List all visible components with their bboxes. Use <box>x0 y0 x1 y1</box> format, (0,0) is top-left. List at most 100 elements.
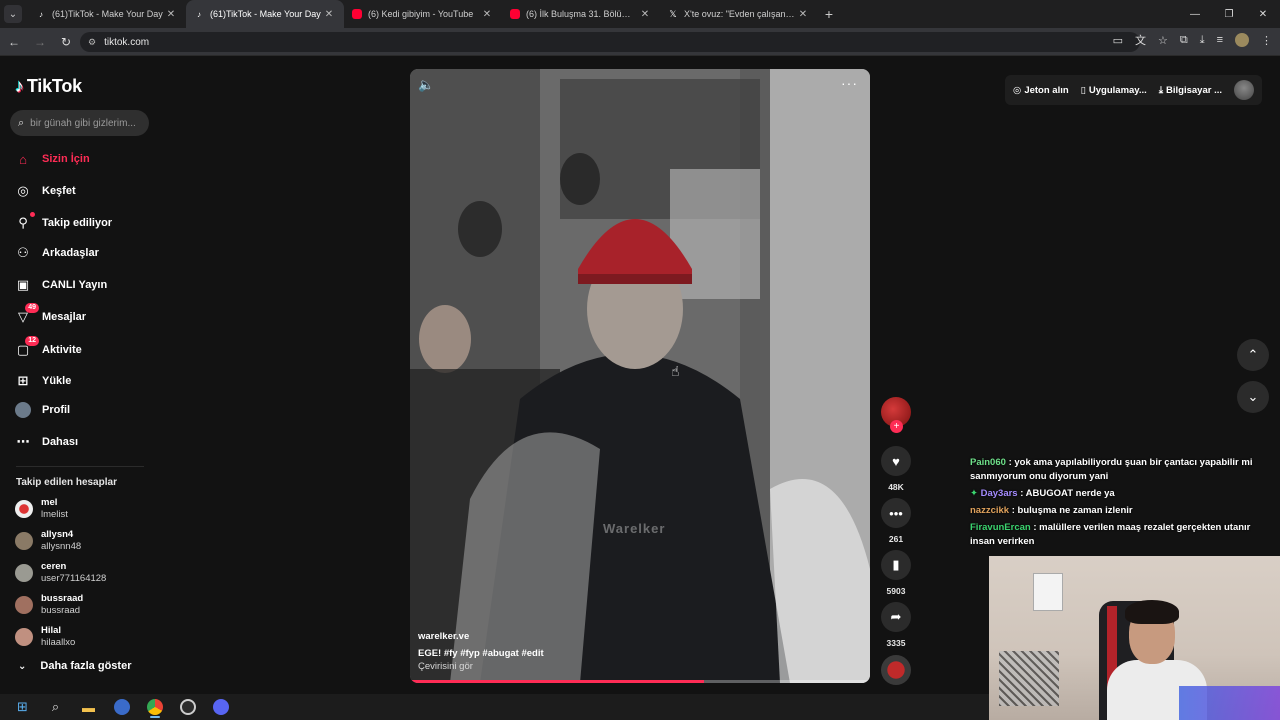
account-name: bussraad <box>41 605 81 616</box>
user-avatar[interactable] <box>1234 80 1254 100</box>
app-icon[interactable] <box>105 694 138 720</box>
back-icon[interactable]: ← <box>2 30 26 54</box>
chat-message: nazzcikk : buluşma ne zaman izlenir <box>970 504 1270 518</box>
avatar <box>15 532 33 550</box>
nav-live[interactable]: ▣ CANLI Yayın <box>14 276 107 294</box>
download-icon[interactable]: ⤓ <box>1200 34 1205 47</box>
browser-tab-active[interactable]: ♪ (61)TikTok - Make Your Day ✕ <box>186 0 344 28</box>
share-icon[interactable]: ➦ <box>881 602 911 632</box>
video-progress-bar[interactable] <box>410 680 870 683</box>
bookmark-star-icon[interactable]: ☆ <box>1158 34 1168 47</box>
heart-icon[interactable]: ♥ <box>881 446 911 476</box>
phone-icon: ▯ <box>1080 84 1086 96</box>
close-icon[interactable]: ✕ <box>638 9 652 20</box>
share-action[interactable]: ➦ 3335 <box>881 602 911 648</box>
obs-icon[interactable] <box>171 694 204 720</box>
get-coins-button[interactable]: ◎ Jeton alın <box>1013 85 1069 96</box>
new-tab-icon[interactable]: + <box>818 6 840 22</box>
search-icon[interactable]: ⌕ <box>39 694 72 720</box>
browser-tab[interactable]: ♪ (61)TikTok - Make Your Day ✕ <box>28 0 186 28</box>
following-account[interactable]: Hilal hilaallxo <box>15 625 75 649</box>
like-action[interactable]: ♥ 48K <box>881 446 911 492</box>
following-account[interactable]: allysn4 allysnn48 <box>15 529 81 553</box>
chat-username: FiravunErcan <box>970 522 1031 533</box>
chrome-icon[interactable] <box>138 694 171 720</box>
restore-icon[interactable]: ❐ <box>1212 0 1246 28</box>
reading-list-icon[interactable]: ≡ <box>1217 34 1223 46</box>
nav-activity[interactable]: ▢ 12 Aktivite <box>14 336 82 359</box>
extensions-icon[interactable]: ⧉ <box>1180 34 1188 47</box>
x-icon: 𝕏 <box>669 8 677 19</box>
tiktok-logo[interactable]: ♪ TikTok <box>15 76 82 97</box>
video-player[interactable]: 🔈 ··· Warelker ☝ warelker.ve EGE! #fy #f… <box>410 69 870 683</box>
desktop-app-button[interactable]: ⤓ Bilgisayar ... <box>1159 85 1222 96</box>
bookmark-icon[interactable]: ▮ <box>881 550 911 580</box>
browser-tab[interactable]: 𝕏 X'te ovuz: "Evden çalışan erkek ✕ <box>660 0 818 28</box>
chat-username: Pain060 <box>970 457 1006 468</box>
comment-icon[interactable]: ••• <box>881 498 911 528</box>
chat-username: Day3ars <box>980 488 1018 499</box>
following-accounts-title: Takip edilen hesaplar <box>16 477 117 488</box>
desktop-app-label: Bilgisayar ... <box>1166 84 1222 96</box>
minimize-icon[interactable]: — <box>1178 0 1212 28</box>
address-bar[interactable]: ⚙ tiktok.com <box>80 32 1140 52</box>
nav-explore[interactable]: ◎ Keşfet <box>14 182 75 200</box>
nav-friends[interactable]: ⚇ Arkadaşlar <box>14 244 99 262</box>
more-icon: ⋯ <box>16 434 30 449</box>
nav-following[interactable]: ⚲ Takip ediliyor <box>14 212 112 232</box>
window-controls: — ❐ ✕ <box>1178 0 1280 28</box>
streamer-webcam <box>989 556 1280 720</box>
chat-message: Pain060 : yok ama yapılabiliyordu şuan b… <box>970 456 1270 484</box>
nav-profile[interactable]: Profil <box>14 401 70 419</box>
avatar <box>15 596 33 614</box>
discord-icon[interactable] <box>204 694 237 720</box>
translate-icon[interactable]: 文 <box>1135 32 1146 48</box>
chat-username: nazzcikk <box>970 505 1010 516</box>
get-app-button[interactable]: ▯ Uygulamay... <box>1081 85 1147 96</box>
browser-tab[interactable]: (6) Kedi gibiyim - YouTube ✕ <box>344 0 502 28</box>
browser-tab[interactable]: (6) İlk Buluşma 31. Bölüm - YouTube ✕ <box>502 0 660 28</box>
nav-messages[interactable]: ▽ 49 Mesajlar <box>14 303 86 326</box>
close-window-icon[interactable]: ✕ <box>1246 0 1280 28</box>
video-watermark: Warelker <box>603 521 666 536</box>
forward-icon[interactable]: → <box>28 30 52 54</box>
windows-start-icon[interactable]: ⊞ <box>6 694 39 720</box>
chat-message: FiravunErcan : malüllere verilen maaş re… <box>970 521 1270 549</box>
nav-upload[interactable]: ⊞ Yükle <box>14 372 72 390</box>
nav-label: Sizin İçin <box>42 153 90 165</box>
cast-icon[interactable]: ▭ <box>1113 34 1123 47</box>
avatar <box>15 500 33 518</box>
following-account[interactable]: bussraad bussraad <box>15 593 83 617</box>
following-account[interactable]: mel lmelist <box>15 497 68 521</box>
next-video-button[interactable]: ⌄ <box>1237 381 1269 413</box>
show-more-button[interactable]: ⌄ Daha fazla göster <box>18 660 131 672</box>
file-explorer-icon[interactable]: ▬ <box>72 694 105 720</box>
following-account[interactable]: ceren user771164128 <box>15 561 106 585</box>
close-icon[interactable]: ✕ <box>164 9 178 20</box>
save-action[interactable]: ▮ 5903 <box>881 550 911 596</box>
youtube-icon <box>510 9 520 19</box>
video-menu-icon[interactable]: ··· <box>841 75 858 91</box>
nav-for-you[interactable]: ⌂ Sizin İçin <box>14 150 90 168</box>
close-icon[interactable]: ✕ <box>796 9 810 20</box>
reload-icon[interactable]: ↻ <box>54 30 78 54</box>
nav-more[interactable]: ⋯ Dahası <box>14 433 79 451</box>
close-icon[interactable]: ✕ <box>322 9 336 20</box>
search-placeholder: bir günah gibi gizlerim... <box>30 117 136 129</box>
video-author[interactable]: warelker.ve <box>418 631 469 642</box>
site-info-icon[interactable]: ⚙ <box>88 37 96 48</box>
browser-profile-avatar[interactable] <box>1235 33 1249 47</box>
search-input[interactable]: ⌕ bir günah gibi gizlerim... <box>10 110 149 136</box>
follow-plus-icon[interactable]: + <box>890 420 903 433</box>
tab-search-icon[interactable]: ⌄ <box>4 5 22 23</box>
music-disc-icon[interactable] <box>881 655 911 685</box>
see-translation-link[interactable]: Çevirisini gör <box>418 661 473 672</box>
tab-title: (61)TikTok - Make Your Day <box>210 9 321 19</box>
comment-action[interactable]: ••• 261 <box>881 498 911 544</box>
streamer-hair <box>1125 600 1179 624</box>
volume-icon[interactable]: 🔈 <box>418 77 434 93</box>
previous-video-button[interactable]: ⌃ <box>1237 339 1269 371</box>
close-icon[interactable]: ✕ <box>480 9 494 20</box>
comment-count: 261 <box>888 534 904 544</box>
browser-menu-icon[interactable]: ⋮ <box>1261 34 1272 47</box>
